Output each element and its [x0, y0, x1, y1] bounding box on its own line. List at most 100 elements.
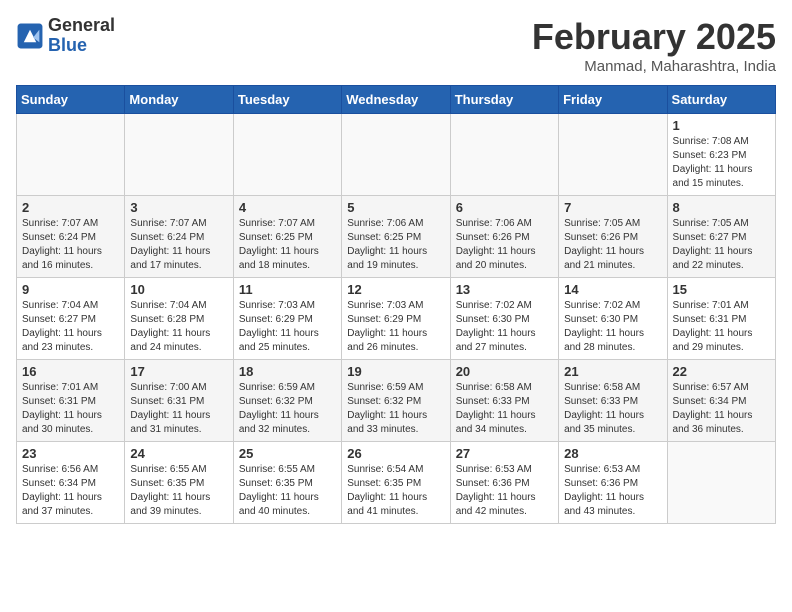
day-number: 18	[239, 364, 336, 379]
day-number: 2	[22, 200, 119, 215]
day-number: 17	[130, 364, 227, 379]
day-cell	[125, 114, 233, 196]
day-info: Sunrise: 7:01 AMSunset: 6:31 PMDaylight:…	[22, 381, 119, 437]
day-cell: 7Sunrise: 7:05 AMSunset: 6:26 PMDaylight…	[559, 196, 667, 278]
day-info: Sunrise: 7:03 AMSunset: 6:29 PMDaylight:…	[347, 299, 444, 355]
weekday-header-sunday: Sunday	[17, 86, 125, 114]
weekday-header-row: SundayMondayTuesdayWednesdayThursdayFrid…	[17, 86, 776, 114]
day-cell: 5 Sunrise: 7:06 AMSunset: 6:25 PMDaylight…	[342, 196, 450, 278]
day-cell: 27 Sunrise: 6:53 AMSunset: 6:36 PMDayligh…	[450, 442, 558, 524]
day-info: Sunrise: 7:04 AMSunset: 6:28 PMDaylight:…	[130, 299, 227, 355]
day-cell: 21 Sunrise: 6:58 AMSunset: 6:33 PMDayligh…	[559, 360, 667, 442]
day-cell: 22 Sunrise: 6:57 AMSunset: 6:34 PMDayligh…	[667, 360, 775, 442]
day-info: Sunrise: 6:59 AMSunset: 6:32 PMDaylight:…	[347, 381, 444, 437]
day-info: Sunrise: 6:55 AMSunset: 6:35 PMDaylight:…	[239, 463, 336, 519]
day-cell	[450, 114, 558, 196]
day-info: Sunrise: 7:07 AMSunset: 6:25 PMDaylight:…	[239, 217, 336, 273]
day-info: Sunrise: 7:03 AMSunset: 6:29 PMDaylight:…	[239, 299, 336, 355]
week-row-2: 9 Sunrise: 7:04 AMSunset: 6:27 PMDaylight…	[17, 278, 776, 360]
day-cell: 18 Sunrise: 6:59 AMSunset: 6:32 PMDayligh…	[233, 360, 341, 442]
day-cell: 17 Sunrise: 7:00 AMSunset: 6:31 PMDayligh…	[125, 360, 233, 442]
day-info: Sunrise: 7:02 AMSunset: 6:30 PMDaylight:…	[564, 299, 661, 355]
day-cell: 9 Sunrise: 7:04 AMSunset: 6:27 PMDaylight…	[17, 278, 125, 360]
day-cell: 12 Sunrise: 7:03 AMSunset: 6:29 PMDayligh…	[342, 278, 450, 360]
day-cell	[342, 114, 450, 196]
day-number: 22	[673, 364, 770, 379]
day-number: 26	[347, 446, 444, 461]
day-info: Sunrise: 6:54 AMSunset: 6:35 PMDaylight:…	[347, 463, 444, 519]
day-info: Sunrise: 7:01 AMSunset: 6:31 PMDaylight:…	[673, 299, 770, 355]
day-cell: 3 Sunrise: 7:07 AMSunset: 6:24 PMDaylight…	[125, 196, 233, 278]
day-info: Sunrise: 7:06 AMSunset: 6:25 PMDaylight:…	[347, 217, 444, 273]
day-number: 1	[673, 118, 770, 133]
day-cell: 6 Sunrise: 7:06 AMSunset: 6:26 PMDaylight…	[450, 196, 558, 278]
day-number: 20	[456, 364, 553, 379]
day-cell: 24Sunrise: 6:55 AMSunset: 6:35 PMDayligh…	[125, 442, 233, 524]
day-info: Sunrise: 6:53 AMSunset: 6:36 PMDaylight:…	[564, 463, 661, 519]
logo-icon	[16, 22, 44, 50]
day-number: 13	[456, 282, 553, 297]
day-number: 3	[130, 200, 227, 215]
day-number: 8	[673, 200, 770, 215]
title-block: February 2025 Manmad, Maharashtra, India	[532, 16, 776, 75]
page-header: General Blue February 2025 Manmad, Mahar…	[16, 16, 776, 75]
logo-general-text: General	[48, 16, 115, 36]
day-info: Sunrise: 7:07 AMSunset: 6:24 PMDaylight:…	[22, 217, 119, 273]
day-info: Sunrise: 6:55 AMSunset: 6:35 PMDaylight:…	[130, 463, 227, 519]
day-cell: 26 Sunrise: 6:54 AMSunset: 6:35 PMDayligh…	[342, 442, 450, 524]
day-number: 6	[456, 200, 553, 215]
day-info: Sunrise: 6:58 AMSunset: 6:33 PMDaylight:…	[456, 381, 553, 437]
weekday-header-thursday: Thursday	[450, 86, 558, 114]
week-row-1: 2 Sunrise: 7:07 AMSunset: 6:24 PMDaylight…	[17, 196, 776, 278]
week-row-3: 16Sunrise: 7:01 AMSunset: 6:31 PMDayligh…	[17, 360, 776, 442]
logo: General Blue	[16, 16, 115, 56]
day-number: 12	[347, 282, 444, 297]
week-row-4: 23 Sunrise: 6:56 AMSunset: 6:34 PMDayligh…	[17, 442, 776, 524]
day-cell: 4 Sunrise: 7:07 AMSunset: 6:25 PMDaylight…	[233, 196, 341, 278]
logo-blue-text: Blue	[48, 36, 115, 56]
weekday-header-friday: Friday	[559, 86, 667, 114]
day-info: Sunrise: 7:02 AMSunset: 6:30 PMDaylight:…	[456, 299, 553, 355]
month-title: February 2025	[532, 16, 776, 58]
day-cell: 14Sunrise: 7:02 AMSunset: 6:30 PMDayligh…	[559, 278, 667, 360]
day-cell	[17, 114, 125, 196]
day-info: Sunrise: 6:58 AMSunset: 6:33 PMDaylight:…	[564, 381, 661, 437]
day-info: Sunrise: 6:57 AMSunset: 6:34 PMDaylight:…	[673, 381, 770, 437]
day-cell	[233, 114, 341, 196]
day-cell: 13 Sunrise: 7:02 AMSunset: 6:30 PMDayligh…	[450, 278, 558, 360]
day-info: Sunrise: 7:04 AMSunset: 6:27 PMDaylight:…	[22, 299, 119, 355]
day-number: 23	[22, 446, 119, 461]
day-info: Sunrise: 7:08 AMSunset: 6:23 PMDaylight:…	[673, 135, 770, 191]
day-number: 10	[130, 282, 227, 297]
weekday-header-monday: Monday	[125, 86, 233, 114]
day-number: 15	[673, 282, 770, 297]
day-info: Sunrise: 7:05 AMSunset: 6:26 PMDaylight:…	[564, 217, 661, 273]
day-number: 28	[564, 446, 661, 461]
day-number: 27	[456, 446, 553, 461]
day-number: 4	[239, 200, 336, 215]
day-number: 9	[22, 282, 119, 297]
day-number: 11	[239, 282, 336, 297]
day-info: Sunrise: 6:53 AMSunset: 6:36 PMDaylight:…	[456, 463, 553, 519]
calendar-table: SundayMondayTuesdayWednesdayThursdayFrid…	[16, 85, 776, 524]
day-cell: 1 Sunrise: 7:08 AMSunset: 6:23 PMDaylight…	[667, 114, 775, 196]
day-info: Sunrise: 7:06 AMSunset: 6:26 PMDaylight:…	[456, 217, 553, 273]
day-info: Sunrise: 6:59 AMSunset: 6:32 PMDaylight:…	[239, 381, 336, 437]
day-cell	[667, 442, 775, 524]
weekday-header-wednesday: Wednesday	[342, 86, 450, 114]
day-number: 5	[347, 200, 444, 215]
day-cell: 10 Sunrise: 7:04 AMSunset: 6:28 PMDayligh…	[125, 278, 233, 360]
day-info: Sunrise: 6:56 AMSunset: 6:34 PMDaylight:…	[22, 463, 119, 519]
day-cell: 23 Sunrise: 6:56 AMSunset: 6:34 PMDayligh…	[17, 442, 125, 524]
day-info: Sunrise: 7:05 AMSunset: 6:27 PMDaylight:…	[673, 217, 770, 273]
day-info: Sunrise: 7:00 AMSunset: 6:31 PMDaylight:…	[130, 381, 227, 437]
week-row-0: 1 Sunrise: 7:08 AMSunset: 6:23 PMDaylight…	[17, 114, 776, 196]
day-number: 19	[347, 364, 444, 379]
day-cell: 8 Sunrise: 7:05 AMSunset: 6:27 PMDaylight…	[667, 196, 775, 278]
day-number: 25	[239, 446, 336, 461]
day-cell: 11 Sunrise: 7:03 AMSunset: 6:29 PMDayligh…	[233, 278, 341, 360]
day-cell: 19 Sunrise: 6:59 AMSunset: 6:32 PMDayligh…	[342, 360, 450, 442]
day-info: Sunrise: 7:07 AMSunset: 6:24 PMDaylight:…	[130, 217, 227, 273]
day-number: 21	[564, 364, 661, 379]
location-subtitle: Manmad, Maharashtra, India	[532, 58, 776, 75]
